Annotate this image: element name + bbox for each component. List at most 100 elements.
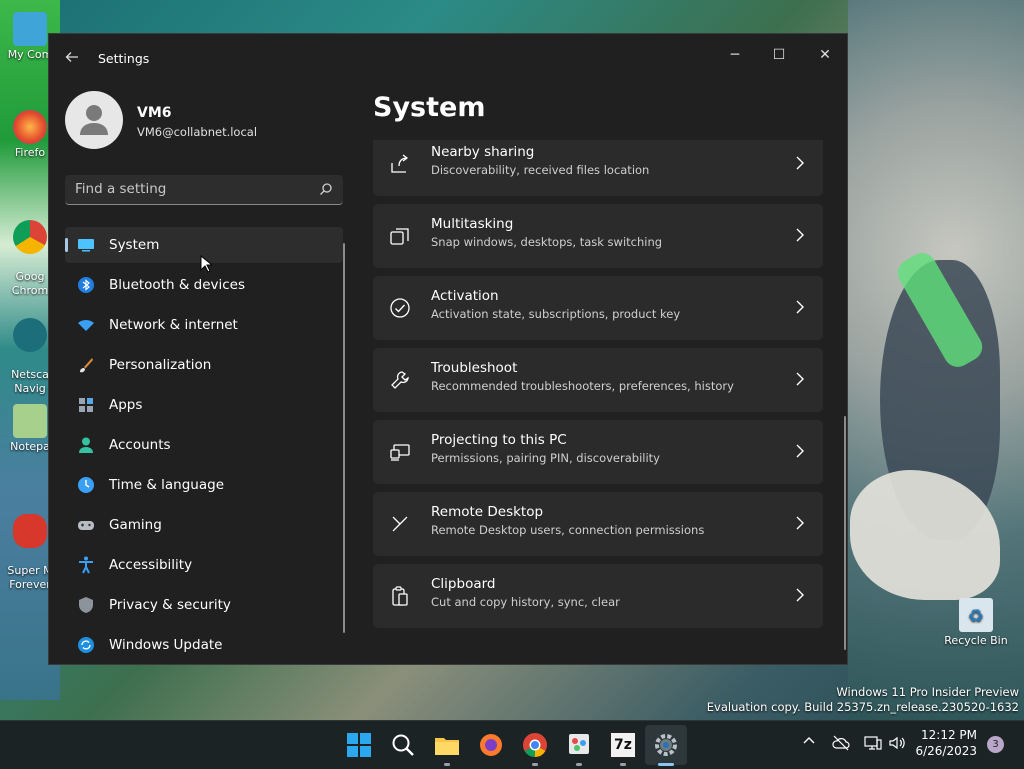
cloud-offline-icon[interactable] [832,734,850,752]
minimize-icon: ─ [730,47,740,63]
back-arrow-icon [65,52,78,62]
page-title: System [373,92,486,123]
sidebar-item-privacy[interactable]: Privacy & security [65,587,343,623]
card-remote-desktop[interactable]: Remote Desktop Remote Desktop users, con… [373,492,823,556]
content-scrollbar[interactable] [844,416,846,650]
card-subtitle: Cut and copy history, sync, clear [431,595,620,609]
desktop-icon-recycle-bin[interactable]: ♻ Recycle Bin [944,598,1008,647]
clock[interactable]: 12:12 PM 6/26/2023 [915,727,977,759]
bluetooth-icon [78,277,94,293]
card-projecting[interactable]: Projecting to this PC Permissions, pairi… [373,420,823,484]
card-subtitle: Snap windows, desktops, task switching [431,235,663,249]
app-title: Settings [98,51,150,66]
accounts-icon [79,437,93,453]
card-subtitle: Remote Desktop users, connection permiss… [431,523,705,537]
card-subtitle: Activation state, subscriptions, product… [431,307,681,321]
card-title: Troubleshoot [431,360,518,376]
back-button[interactable] [61,48,83,70]
sidebar-item-apps[interactable]: Apps [65,387,343,423]
remote-desktop-icon [392,516,408,532]
paint-icon[interactable] [565,731,593,759]
firefox-icon [13,110,47,144]
chrome-icon [13,220,47,254]
maximize-button[interactable]: ☐ [757,40,801,70]
sidebar-item-label: Bluetooth & devices [109,277,246,293]
accessibility-icon [79,556,93,574]
chevron-right-icon [796,228,804,242]
sidebar-nav: System Bluetooth & devices Network & int… [65,227,343,667]
sidebar-scrollbar[interactable] [343,243,345,633]
card-troubleshoot[interactable]: Troubleshoot Recommended troubleshooters… [373,348,823,412]
card-subtitle: Recommended troubleshooters, preferences… [431,379,734,393]
sidebar-item-windows-update[interactable]: Windows Update [65,627,343,663]
file-explorer-icon[interactable] [433,731,461,759]
sidebar-item-accounts[interactable]: Accounts [65,427,343,463]
avatar[interactable] [65,91,123,149]
shield-icon [79,597,93,613]
search-input[interactable]: Find a setting [75,181,166,197]
network-icon [78,319,94,331]
sidebar-item-time-language[interactable]: Time & language [65,467,343,503]
card-clipboard[interactable]: Clipboard Cut and copy history, sync, cl… [373,564,823,628]
sidebar-item-gaming[interactable]: Gaming [65,507,343,543]
gaming-icon [78,521,94,530]
minimize-button[interactable]: ─ [713,40,757,70]
notepad-icon [13,404,47,438]
search-icon[interactable] [389,731,417,759]
evaluation-watermark: Windows 11 Pro Insider Preview Evaluatio… [707,685,1019,715]
start-icon[interactable] [345,731,373,759]
running-indicator [532,763,538,766]
card-activation[interactable]: Activation Activation state, subscriptio… [373,276,823,340]
sidebar-item-label: Personalization [109,357,212,373]
card-title: Activation [431,288,499,304]
system-icon [78,239,94,252]
mario-icon [13,514,47,548]
chevron-right-icon [796,516,804,530]
close-icon: ✕ [819,47,831,63]
sidebar-item-label: Network & internet [109,317,238,333]
netscape-icon [13,318,47,352]
sidebar-item-accessibility[interactable]: Accessibility [65,547,343,583]
card-title: Nearby sharing [431,144,535,160]
firefox-icon[interactable] [477,731,505,759]
running-indicator [576,763,582,766]
sidebar-item-personalization[interactable]: Personalization [65,347,343,383]
notification-badge[interactable]: 3 [987,736,1004,753]
profile-name: VM6 [137,105,172,121]
chrome-icon[interactable] [521,731,549,759]
search-box[interactable]: Find a setting [65,175,343,205]
chevron-up-icon[interactable] [802,734,816,748]
selection-indicator [65,238,68,252]
sidebar-item-label: Accounts [109,437,171,453]
svg-text:♻: ♻ [968,606,984,627]
sidebar-item-label: Time & language [109,477,225,493]
sidebar-item-label: Apps [109,397,143,413]
chevron-right-icon [796,156,804,170]
sidebar-item-network[interactable]: Network & internet [65,307,343,343]
projecting-icon [390,444,410,461]
volume-icon[interactable] [888,734,906,752]
7zip-icon[interactable]: 7z [609,731,637,759]
watermark-line1: Windows 11 Pro Insider Preview [836,685,1019,699]
card-title: Projecting to this PC [431,432,567,448]
close-button[interactable]: ✕ [803,40,847,70]
personalization-icon [80,358,93,373]
sidebar-item-label: Privacy & security [109,597,231,613]
recycle-bin-icon: ♻ [959,598,993,632]
card-multitasking[interactable]: Multitasking Snap windows, desktops, tas… [373,204,823,268]
computer-icon [13,12,47,46]
chevron-right-icon [796,588,804,602]
apps-icon [79,398,93,412]
wrench-icon [391,371,409,389]
user-icon [80,105,108,135]
time-language-icon [78,477,94,493]
settings-icon[interactable] [652,731,680,759]
clock-time: 12:12 PM [921,728,977,742]
settings-list: Nearby sharing Discoverability, received… [373,140,825,664]
sidebar-item-label: Windows Update [109,637,223,653]
search-icon [320,183,332,195]
sidebar-item-label: Gaming [109,517,162,533]
taskbar: 7z 12:12 PM 6/26/2023 3 [0,720,1024,769]
card-nearby-sharing[interactable]: Nearby sharing Discoverability, received… [373,140,823,196]
network-monitor-icon[interactable] [864,734,882,752]
